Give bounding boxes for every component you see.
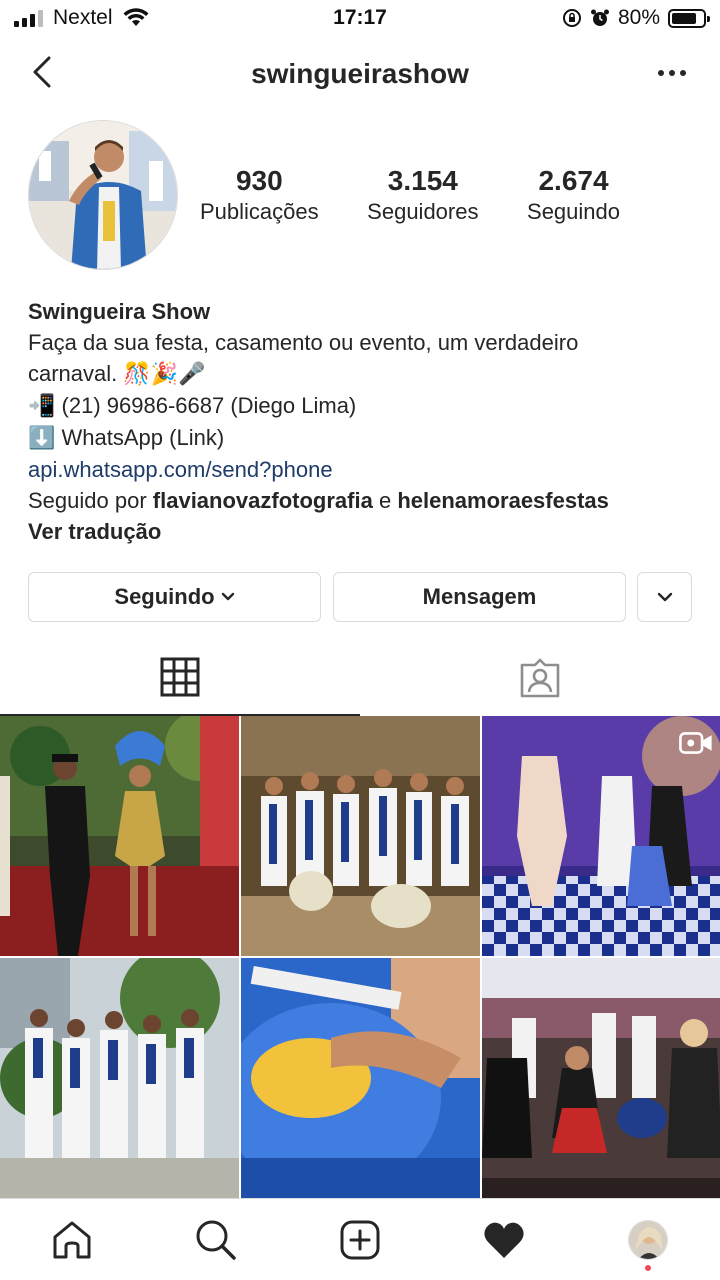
more-options-button[interactable] — [658, 56, 686, 90]
bio-whatsapp: WhatsApp (Link) — [61, 425, 225, 450]
bio-emoji: 🎊🎉🎤 — [123, 362, 206, 387]
activity-icon — [484, 1222, 524, 1258]
chevron-down-icon — [657, 592, 672, 602]
battery-level — [672, 12, 696, 24]
chevron-down-icon — [221, 592, 234, 601]
phone-emoji: 📲 — [28, 394, 56, 419]
more-horizontal-icon — [658, 70, 664, 76]
post-image — [482, 958, 720, 1198]
post-thumbnail[interactable] — [241, 958, 480, 1198]
profile-actions: Seguindo Mensagem — [28, 572, 692, 622]
followers-count[interactable]: 3.154 Seguidores — [367, 164, 478, 226]
bio-phone-line: 📲 (21) 96986-6687 (Diego Lima) — [28, 390, 708, 422]
alarm-icon — [590, 9, 609, 26]
battery-icon — [668, 8, 710, 28]
search-icon — [196, 1220, 236, 1260]
post-image — [241, 716, 480, 956]
bio-line-1: Faça da sua festa, casamento ou evento, … — [28, 330, 579, 355]
post-thumbnail[interactable] — [482, 716, 720, 956]
following-count[interactable]: 2.674 Seguindo — [527, 164, 620, 226]
post-thumbnail[interactable] — [0, 716, 239, 956]
bio-link[interactable]: api.whatsapp.com/send?phone — [28, 454, 708, 485]
tab-grid[interactable] — [0, 640, 360, 716]
followers-count-label: Seguidores — [367, 199, 479, 224]
bio-whatsapp-line: ⬇️ WhatsApp (Link) — [28, 422, 708, 454]
profile-avatar[interactable] — [28, 120, 178, 270]
nav-activity[interactable] — [469, 1205, 539, 1275]
posts-grid — [0, 716, 720, 1200]
status-right: 80% — [562, 6, 710, 30]
post-thumbnail[interactable] — [0, 958, 239, 1198]
message-button-label: Mensagem — [422, 584, 537, 609]
followers-count-value: 3.154 — [387, 165, 458, 196]
status-bar: Nextel 17:17 80% — [0, 0, 720, 40]
following-count-value: 2.674 — [538, 165, 609, 196]
post-image — [0, 716, 239, 956]
profile-tabs — [0, 640, 720, 716]
following-button[interactable]: Seguindo — [28, 572, 321, 622]
video-icon — [679, 732, 712, 754]
avatar-image — [29, 121, 177, 269]
grid-icon — [160, 657, 200, 697]
bio-line-2: carnaval. 🎊🎉🎤 — [28, 358, 708, 390]
bottom-nav — [0, 1198, 720, 1280]
profile-avatar-small — [628, 1219, 668, 1260]
down-arrow-emoji: ⬇️ — [28, 426, 56, 451]
followed-by-prefix: Seguido por — [28, 488, 147, 513]
see-translation-link[interactable]: Ver tradução — [28, 519, 161, 544]
posts-count-value: 930 — [235, 165, 283, 196]
profile-bio: Swingueira Show Faça da sua festa, casam… — [28, 296, 708, 547]
battery-percent: 80% — [617, 6, 660, 29]
posts-count-label: Publicações — [200, 199, 319, 224]
post-thumbnail[interactable] — [241, 716, 480, 956]
bio-line-2-text: carnaval. — [28, 361, 118, 386]
followed-by: Seguido por flavianovazfotografia e hele… — [28, 485, 708, 516]
suggested-accounts-button[interactable] — [637, 572, 692, 622]
notification-dot — [645, 1264, 651, 1271]
new-post-icon — [340, 1220, 380, 1259]
followed-by-user-2[interactable]: helenamoraesfestas — [397, 488, 609, 513]
home-icon — [53, 1221, 91, 1258]
nav-profile[interactable] — [613, 1205, 683, 1275]
followed-by-and: e — [378, 488, 392, 513]
tab-tagged[interactable] — [360, 640, 720, 716]
profile-name: Swingueira Show — [28, 299, 211, 324]
post-thumbnail[interactable] — [482, 958, 720, 1198]
followed-by-user-1[interactable]: flavianovazfotografia — [153, 488, 373, 513]
profile-header: swingueirashow — [0, 44, 720, 104]
post-image — [0, 958, 239, 1198]
message-button[interactable]: Mensagem — [333, 572, 626, 622]
profile-stats: 930 Publicações 3.154 Seguidores 2.674 S… — [200, 164, 620, 226]
header-username: swingueirashow — [251, 58, 469, 89]
following-button-label: Seguindo — [114, 584, 215, 609]
nav-home[interactable] — [37, 1205, 107, 1275]
posts-count[interactable]: 930 Publicações — [200, 164, 319, 226]
following-count-label: Seguindo — [527, 199, 620, 224]
post-image — [241, 958, 480, 1198]
orientation-lock-icon — [562, 9, 581, 27]
nav-new-post[interactable] — [325, 1205, 395, 1275]
tagged-icon — [520, 658, 560, 698]
bio-phone: (21) 96986-6687 (Diego Lima) — [61, 393, 357, 418]
nav-search[interactable] — [181, 1205, 251, 1275]
